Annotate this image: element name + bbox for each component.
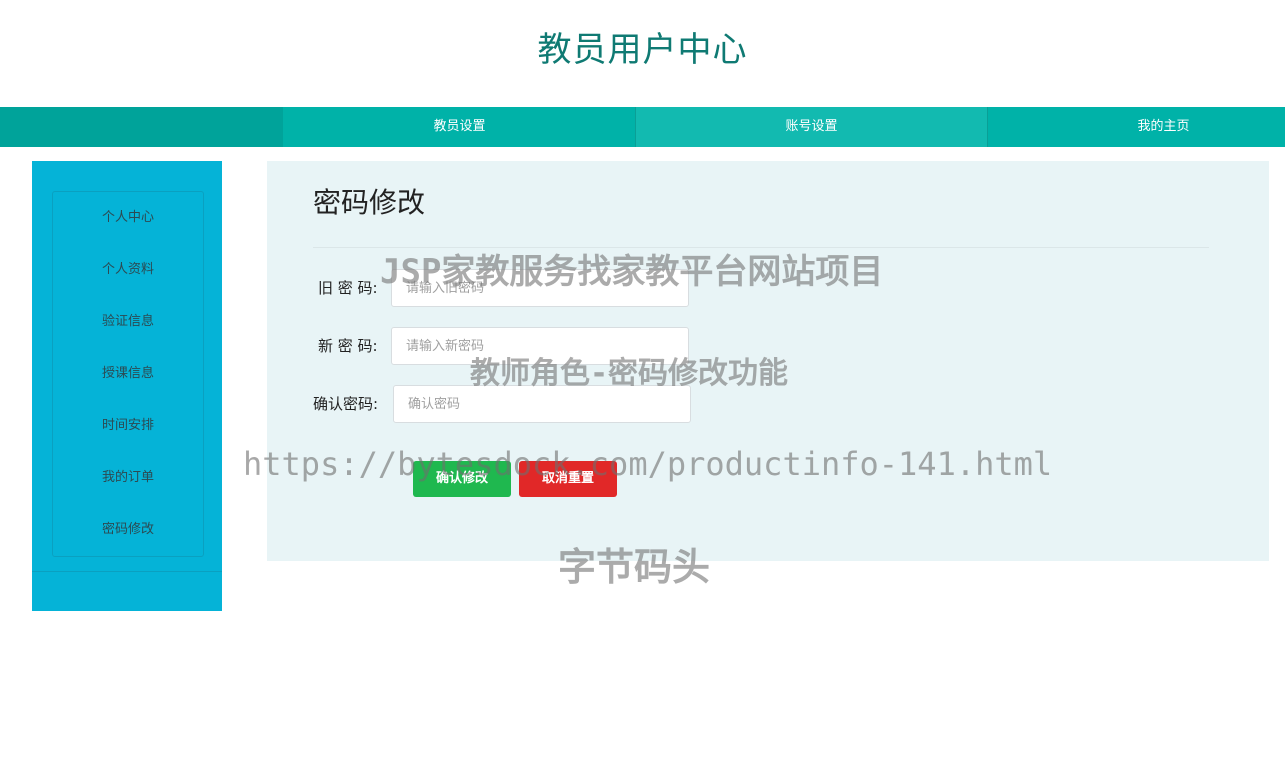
confirm-password-label: 确认密码: [313,395,379,413]
old-password-label: 旧 密 码: [318,279,378,297]
nav-item-teacher-settings[interactable]: 教员设置 [284,107,635,147]
sidebar-item-change-password[interactable]: 密码修改 [53,515,203,545]
watermark-brand: 字节码头 [558,545,711,589]
sidebar-item-schedule[interactable]: 时间安排 [53,411,203,441]
new-password-label: 新 密 码: [318,337,378,355]
nav-brand-strip [0,107,283,147]
sidebar-item-my-orders[interactable]: 我的订单 [53,463,203,493]
watermark-url: https://bytesdock.com/productinfo-141.ht… [243,445,1053,483]
sidebar: 个人中心 个人资料 验证信息 授课信息 时间安排 我的订单 密码修改 [32,161,222,611]
top-nav: 教员设置 账号设置 我的主页 [0,107,1285,147]
sidebar-menu: 个人中心 个人资料 验证信息 授课信息 时间安排 我的订单 密码修改 [52,191,204,557]
sidebar-divider [32,571,222,572]
nav-item-account-settings[interactable]: 账号设置 [636,107,987,147]
sidebar-item-personal-center[interactable]: 个人中心 [53,203,203,233]
sidebar-item-personal-profile[interactable]: 个人资料 [53,255,203,285]
watermark-project-title: JSP家教服务找家教平台网站项目 [380,252,884,292]
panel-title: 密码修改 [313,186,426,219]
sidebar-item-teaching-info[interactable]: 授课信息 [53,359,203,389]
page-title: 教员用户中心 [537,30,748,70]
nav-item-my-homepage[interactable]: 我的主页 [988,107,1285,147]
watermark-feature-title: 教师角色-密码修改功能 [470,356,789,391]
sidebar-item-verification[interactable]: 验证信息 [53,307,203,337]
